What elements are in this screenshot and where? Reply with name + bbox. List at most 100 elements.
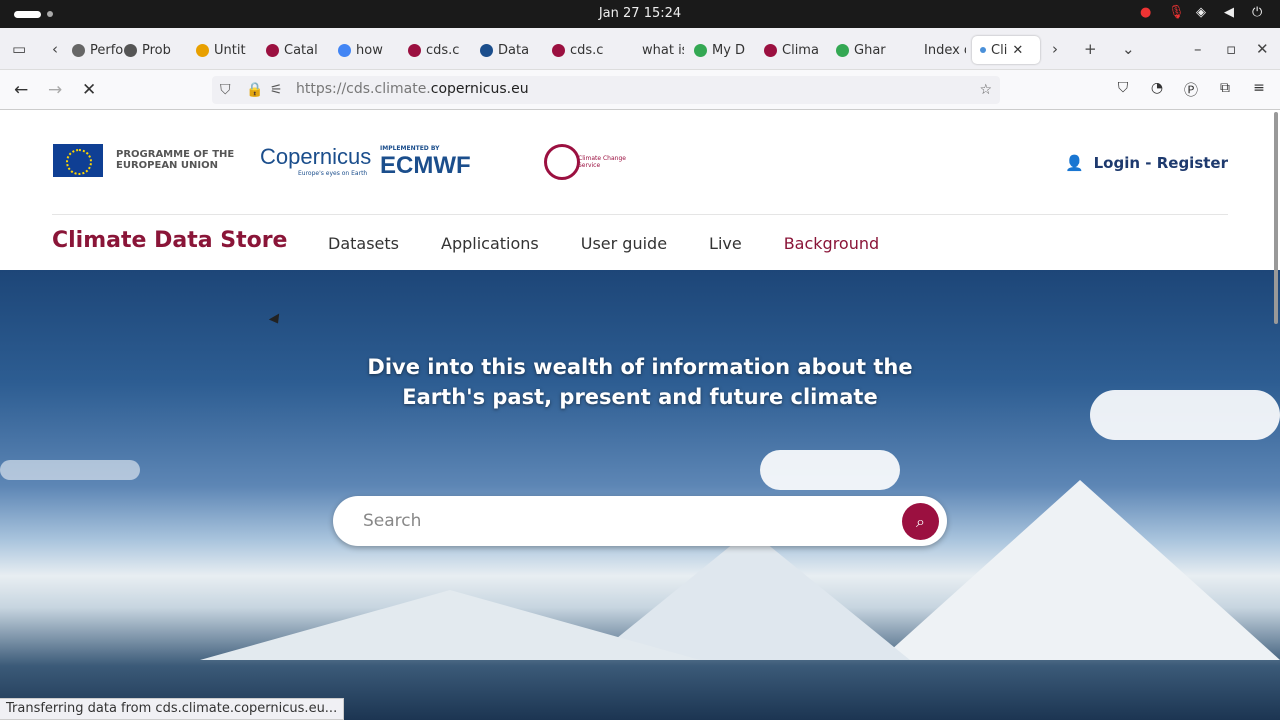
tab-favicon-icon [124,43,137,57]
hero-banner: Dive into this wealth of information abo… [0,270,1280,720]
eu-flag-logo[interactable] [53,144,103,177]
power-icon[interactable]: ⏻ [1252,5,1268,21]
implemented-by-text: IMPLEMENTED BY [380,145,440,152]
lock-icon[interactable]: 🔒 [246,82,263,98]
copernicus-logo[interactable]: Copernicus [260,144,371,170]
tab-favicon-icon [836,43,849,57]
maximize-icon[interactable]: ▫ [1226,40,1236,58]
browser-tab[interactable]: what is r [624,36,684,64]
menu-datasets[interactable]: Datasets [328,234,399,253]
search-input[interactable] [363,508,883,534]
browser-tab[interactable]: Ghar [836,36,896,64]
url-text[interactable]: https://cds.climate.copernicus.eu [296,81,529,97]
close-window-icon[interactable]: ✕ [1256,40,1269,58]
c3s-logo-icon[interactable] [544,144,580,180]
tab-label: Ghar [854,42,886,58]
tab-active[interactable]: Cli ✕ [972,36,1040,64]
browser-tab[interactable]: Prob [124,36,184,64]
shield-icon[interactable]: ⛉ [220,82,231,98]
record-icon[interactable]: ● [1140,5,1156,21]
pocket-icon[interactable]: ⛉ [1114,80,1132,98]
tab-label: cds.c [570,42,604,58]
tab-label: how [356,42,383,58]
browser-tab[interactable]: Clima [764,36,824,64]
browser-tab[interactable]: Index of [906,36,966,64]
close-tab-icon[interactable]: ✕ [1012,43,1023,58]
tab-label: Catal [284,42,318,58]
tab-label: cds.c [426,42,460,58]
browser-tab[interactable]: cds.c [552,36,612,64]
minimize-icon[interactable]: – [1194,40,1202,58]
wifi-icon[interactable]: ◈ [1196,5,1212,21]
tab-favicon-icon [72,43,85,57]
tab-favicon-icon [266,43,279,57]
browser-tab[interactable]: cds.c [408,36,468,64]
tab-favicon-icon [764,43,777,57]
back-arrow-icon[interactable]: ← [14,80,28,100]
cloud-shape [760,450,900,490]
header-divider [52,214,1228,215]
profile-p-icon[interactable]: Ⓟ [1182,80,1200,99]
tab-label: Data [498,42,530,58]
tab-favicon-icon [338,43,351,57]
loading-dot-icon [980,47,986,53]
tab-favicon-icon [906,43,919,57]
page-scrollbar[interactable] [1274,112,1278,324]
search-button[interactable]: ⌕ [902,503,939,540]
mountain-shape [200,590,700,660]
tab-favicon-icon [552,43,565,57]
menu-background[interactable]: Background [784,234,879,253]
tab-label: Untit [214,42,246,58]
tab-label: Perfo [90,42,124,58]
tab-overflow-chevron-icon[interactable]: ⌄ [1122,40,1135,58]
cloud-shape [1090,390,1280,440]
tab-favicon-icon [196,43,209,57]
new-tab-icon[interactable]: + [1084,40,1097,58]
web-page: PROGRAMME OF THE EUROPEAN UNION Copernic… [0,110,1280,720]
tab-favicon-icon [624,43,637,57]
search-box: ⌕ [333,496,947,546]
user-icon: 👤 [1064,154,1084,172]
menu-applications[interactable]: Applications [441,234,539,253]
browser-tab[interactable]: Untit [196,36,256,64]
stop-loading-icon[interactable]: ✕ [82,80,96,100]
extensions-puzzle-icon[interactable]: ⧉ [1216,80,1234,98]
eu-programme-text: PROGRAMME OF THE EUROPEAN UNION [116,149,235,171]
os-top-bar: Jan 27 15:24 ● 🎙 ◈ ◀ ⏻ [0,0,1280,28]
tab-label: what is r [642,42,684,58]
tab-list-icon[interactable]: ▭ [12,40,26,58]
browser-tab[interactable]: My D [694,36,754,64]
tab-favicon-icon [480,43,493,57]
volume-icon[interactable]: ◀ [1224,5,1240,21]
scroll-tabs-left-icon[interactable]: ‹ [52,40,58,58]
hamburger-menu-icon[interactable]: ≡ [1250,80,1268,98]
forward-arrow-icon[interactable]: → [48,80,62,100]
site-brand[interactable]: Climate Data Store [52,228,287,253]
ecmwf-logo[interactable]: ECMWF [380,152,471,180]
tab-favicon-icon [408,43,421,57]
site-header: PROGRAMME OF THE EUROPEAN UNION Copernic… [0,110,1280,270]
menu-user-guide[interactable]: User guide [581,234,667,253]
browser-tab[interactable]: Perfo [72,36,132,64]
browser-tab[interactable]: Data [480,36,540,64]
bookmark-star-icon[interactable]: ☆ [979,82,992,98]
system-clock[interactable]: Jan 27 15:24 [0,6,1280,21]
extension-blue-icon[interactable]: ◔ [1148,80,1166,98]
browser-tab[interactable]: Catal [266,36,326,64]
mic-icon[interactable]: 🎙 [1168,5,1185,21]
copernicus-tagline: Europe's eyes on Earth [298,170,368,177]
permissions-icon[interactable]: ⚟ [270,82,283,98]
cloud-shape [0,460,140,480]
browser-tab[interactable]: how [338,36,398,64]
system-tray[interactable]: ● 🎙 ◈ ◀ ⏻ [1140,5,1268,21]
navigation-toolbar: ← → ✕ ⛉ 🔒 ⚟ https://cds.climate.copernic… [0,70,1280,110]
scroll-tabs-right-icon[interactable]: › [1052,40,1058,58]
tab-label: My D [712,42,746,58]
address-bar[interactable]: ⛉ 🔒 ⚟ https://cds.climate.copernicus.eu … [212,76,1000,104]
tab-favicon-icon [694,43,707,57]
tab-label: Prob [142,42,171,58]
menu-live[interactable]: Live [709,234,742,253]
status-bar: Transferring data from cds.climate.coper… [0,698,345,720]
tab-label: Index of [924,42,966,58]
login-register-link[interactable]: 👤 Login - Register [1065,154,1228,172]
